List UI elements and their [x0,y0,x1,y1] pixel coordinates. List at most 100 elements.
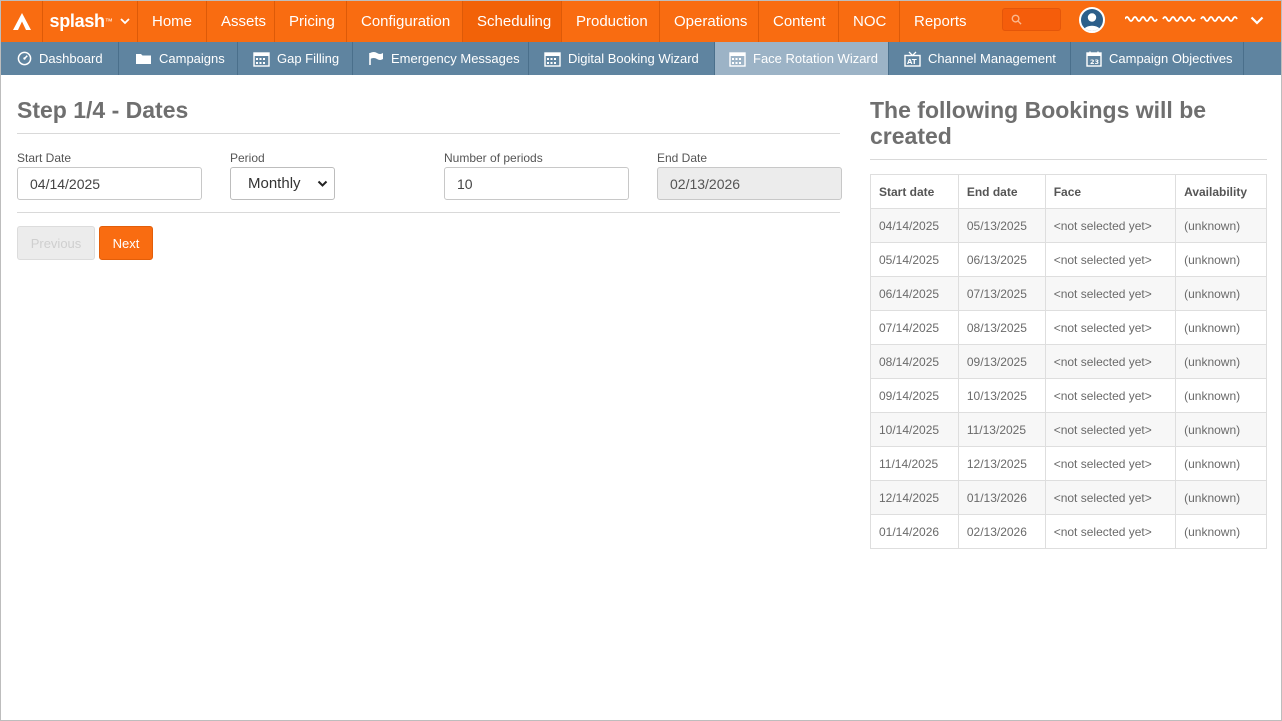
cell-face: <not selected yet> [1044,480,1177,515]
subnav-label: Gap Filling [277,51,340,66]
cell-face: <not selected yet> [1044,310,1177,345]
start-date-label: Start Date [17,151,72,165]
cell-end-date: 12/13/2025 [957,446,1046,481]
folder-icon [136,54,151,64]
period-label: Period [230,151,265,165]
cell-face: <not selected yet> [1044,514,1177,549]
dashboard-icon [17,51,32,66]
tv-icon: AT [904,51,921,67]
nav-reports[interactable]: Reports [900,1,978,42]
avatar[interactable] [1079,7,1105,33]
nav-label: Configuration [361,13,451,30]
nav-configuration[interactable]: Configuration [347,1,463,42]
cell-end-date: 06/13/2025 [957,242,1046,277]
start-date-value: 04/14/2025 [30,175,101,192]
subnav-gap-filling[interactable]: Gap Filling [238,42,353,75]
calendar-icon [544,51,561,67]
user-avatar-icon [1081,9,1103,31]
logo[interactable] [1,1,43,42]
subnav-digital-booking-wizard[interactable]: Digital Booking Wizard [529,42,715,75]
previous-button[interactable]: Previous [17,226,95,260]
cell-end-date: 07/13/2025 [957,276,1046,311]
col-face[interactable]: Face [1044,174,1177,209]
svg-text:AT: AT [907,58,917,66]
cell-start-date: 04/14/2025 [870,208,959,243]
brand-switcher[interactable]: splash ™ [43,1,138,42]
subnav-dashboard[interactable]: Dashboard [1,42,119,75]
start-date-input[interactable]: 04/14/2025 [17,167,202,200]
table-row: 09/14/2025 10/13/2025 <not selected yet> (u… [870,378,1267,413]
cell-availability: (unknown) [1175,242,1267,277]
calendar-date-icon: 23 [1086,51,1102,67]
nav-label: NOC [853,13,887,30]
end-date-value: 02/13/2026 [670,175,741,192]
cell-start-date: 11/14/2025 [870,446,959,481]
nav-label: Assets [221,13,267,30]
subnav-campaign-objectives[interactable]: 23 Campaign Objectives [1071,42,1244,75]
nav-content[interactable]: Content [759,1,839,42]
search-icon [1011,14,1022,25]
sub-navbar: Dashboard Campaigns Gap Filling Emergenc… [1,42,1281,75]
periods-input[interactable]: 10 [444,167,629,200]
nav-operations[interactable]: Operations [660,1,759,42]
nav-home[interactable]: Home [138,1,207,42]
cell-availability: (unknown) [1175,412,1267,447]
cell-availability: (unknown) [1175,310,1267,345]
cell-start-date: 05/14/2025 [870,242,959,277]
cell-end-date: 08/13/2025 [957,310,1046,345]
table-row: 07/14/2025 08/13/2025 <not selected yet> (u… [870,310,1267,345]
period-select[interactable]: Monthly [230,167,335,200]
table-row: 11/14/2025 12/13/2025 <not selected yet> (u… [870,446,1267,481]
cell-end-date: 10/13/2025 [957,378,1046,413]
nav-label: Home [152,13,193,30]
top-navbar: splash ™ Home Assets Pricing Configuratio… [1,1,1281,42]
subnav-emergency-messages[interactable]: Emergency Messages [353,42,529,75]
subnav-label: Dashboard [39,51,103,66]
nav-label: Reports [914,13,967,30]
cell-start-date: 12/14/2025 [870,480,959,515]
table-row: 06/14/2025 07/13/2025 <not selected yet> (u… [870,276,1267,311]
divider [870,159,1267,160]
nav-assets[interactable]: Assets [207,1,275,42]
chevron-down-icon [1250,16,1264,25]
calendar-icon [253,51,270,67]
cell-availability: (unknown) [1175,208,1267,243]
col-start-date[interactable]: Start date [870,174,959,209]
table-row: 01/14/2026 02/13/2026 <not selected yet> (u… [870,514,1267,549]
col-availability[interactable]: Availability [1175,174,1267,209]
app-window: splash ™ Home Assets Pricing Configuratio… [0,0,1282,721]
cell-end-date: 01/13/2026 [957,480,1046,515]
col-end-date[interactable]: End date [957,174,1046,209]
previous-label: Previous [30,235,82,251]
step-title: Step 1/4 - Dates [17,97,189,123]
cell-start-date: 09/14/2025 [870,378,959,413]
main-menu: Home Assets Pricing Configuration Schedu… [138,1,978,42]
cell-start-date: 07/14/2025 [870,310,959,345]
search-input[interactable] [1002,8,1061,31]
brand-trademark: ™ [104,17,113,26]
cell-start-date: 06/14/2025 [870,276,959,311]
table-row: 12/14/2025 01/13/2026 <not selected yet> (u… [870,480,1267,515]
chevron-down-icon [317,180,328,187]
cell-face: <not selected yet> [1044,344,1177,379]
svg-text:23: 23 [1090,58,1099,66]
subnav-campaigns[interactable]: Campaigns [119,42,238,75]
end-date-label: End Date [657,151,708,165]
nav-noc[interactable]: NOC [839,1,900,42]
brand-name: splash [49,11,106,31]
subnav-label: Emergency Messages [391,51,520,66]
table-row: 05/14/2025 06/13/2025 <not selected yet> (u… [870,242,1267,277]
table-header-row: Start date End date Face Availability [870,174,1267,209]
subnav-face-rotation-wizard[interactable]: Face Rotation Wizard [715,42,889,75]
next-button[interactable]: Next [99,226,153,260]
user-menu[interactable] [1125,10,1265,30]
nav-production[interactable]: Production [562,1,660,42]
period-value: Monthly [248,175,301,192]
cell-availability: (unknown) [1175,378,1267,413]
calendar-icon [729,51,746,67]
table-row: 08/14/2025 09/13/2025 <not selected yet> (u… [870,344,1267,379]
nav-pricing[interactable]: Pricing [275,1,347,42]
nav-scheduling[interactable]: Scheduling [463,1,562,42]
subnav-channel-management[interactable]: AT Channel Management [889,42,1071,75]
next-label: Next [112,235,140,251]
